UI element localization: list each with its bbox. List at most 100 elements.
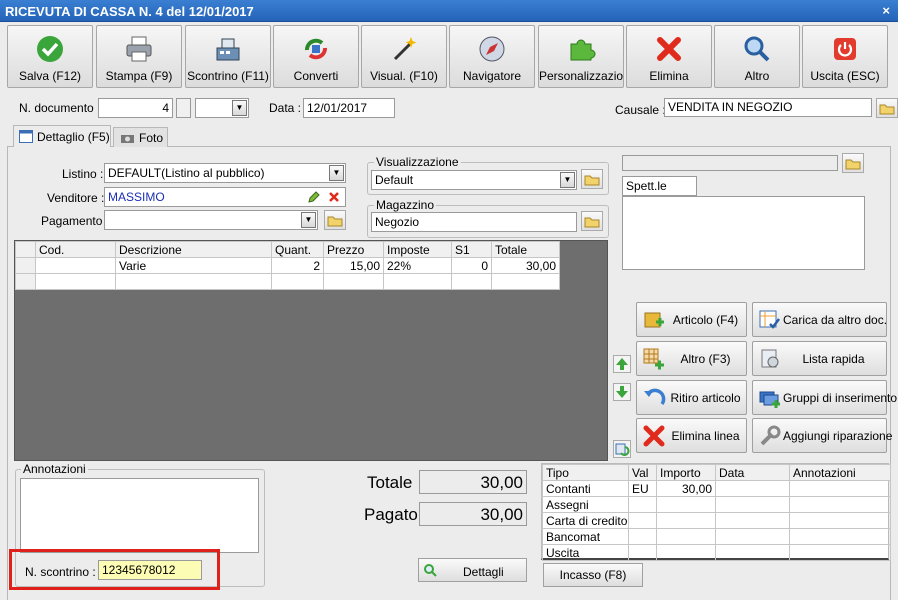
cell-tipo[interactable]: Uscita: [542, 544, 629, 561]
riparazione-button[interactable]: Aggiungi riparazione: [752, 418, 892, 453]
move-down-button[interactable]: [613, 383, 631, 401]
cell-val[interactable]: [628, 512, 657, 529]
magazzino-input[interactable]: Negozio: [371, 212, 577, 232]
elimina-button[interactable]: Elimina: [626, 25, 712, 88]
cell-val[interactable]: [628, 544, 657, 561]
cell-importo[interactable]: [656, 512, 716, 529]
row-selector[interactable]: [15, 257, 36, 274]
gruppi-button[interactable]: Gruppi di inserimento: [752, 380, 897, 415]
ritiro-button[interactable]: Ritiro articolo: [636, 380, 747, 415]
cell-tipo[interactable]: Assegni: [542, 496, 629, 513]
tab-foto[interactable]: Foto: [113, 127, 168, 147]
col-cod[interactable]: Cod.: [35, 241, 116, 258]
cell-val[interactable]: EU: [628, 480, 657, 497]
col-s1[interactable]: S1: [451, 241, 492, 258]
cell-tipo[interactable]: Bancomat: [542, 528, 629, 545]
cell-importo[interactable]: [656, 528, 716, 545]
cell-data[interactable]: [715, 544, 790, 561]
close-button[interactable]: ×: [882, 3, 890, 18]
clear-x-icon[interactable]: [328, 191, 340, 203]
visual-button[interactable]: Visual. (F10): [361, 25, 447, 88]
elimina-linea-button[interactable]: Elimina linea: [636, 418, 747, 453]
cell-data[interactable]: [715, 480, 790, 497]
spett-input[interactable]: Spett.le: [622, 176, 697, 196]
lista-rapida-button[interactable]: Lista rapida: [752, 341, 887, 376]
col-data[interactable]: Data: [715, 464, 790, 481]
cell-totale[interactable]: [491, 273, 560, 290]
scontrino-button[interactable]: Scontrino (F11): [185, 25, 271, 88]
cell-prezzo[interactable]: 15,00: [323, 257, 384, 274]
pencil-icon[interactable]: [307, 191, 320, 204]
customer-address[interactable]: [622, 196, 865, 270]
cell-totale[interactable]: 30,00: [491, 257, 560, 274]
cell-imposte[interactable]: 22%: [383, 257, 452, 274]
cell-importo[interactable]: [656, 496, 716, 513]
row-selector[interactable]: [15, 273, 36, 290]
cell-descrizione[interactable]: [115, 273, 272, 290]
col-prezzo[interactable]: Prezzo: [323, 241, 384, 258]
cell-quant[interactable]: 2: [271, 257, 324, 274]
col-descrizione[interactable]: Descrizione: [115, 241, 272, 258]
col-quant[interactable]: Quant.: [271, 241, 324, 258]
cell-annotazioni[interactable]: [789, 496, 891, 513]
incasso-button[interactable]: Incasso (F8): [543, 563, 643, 587]
listino-select[interactable]: DEFAULT(Listino al pubblico) ▼: [104, 163, 346, 183]
cell-val[interactable]: [628, 496, 657, 513]
uscita-button[interactable]: Uscita (ESC): [802, 25, 888, 88]
table-row[interactable]: Contanti EU 30,00: [542, 480, 891, 497]
table-row[interactable]: Varie 2 15,00 22% 0 30,00: [15, 257, 560, 274]
table-row[interactable]: Assegni: [542, 496, 891, 513]
stampa-button[interactable]: Stampa (F9): [96, 25, 182, 88]
cell-tipo[interactable]: Carta di credito: [542, 512, 629, 529]
tab-dettaglio[interactable]: Dettaglio (F5): [13, 125, 111, 147]
cell-importo[interactable]: 30,00: [656, 480, 716, 497]
refresh-button[interactable]: [613, 440, 631, 458]
cell-descrizione[interactable]: Varie: [115, 257, 272, 274]
data-input[interactable]: 12/01/2017: [303, 98, 395, 118]
cell-data[interactable]: [715, 512, 790, 529]
move-up-button[interactable]: [613, 355, 631, 373]
col-totale[interactable]: Totale: [491, 241, 560, 258]
ndoc-spin[interactable]: [176, 98, 191, 118]
personalizzazioni-button[interactable]: Personalizzazioni: [538, 25, 624, 88]
cell-data[interactable]: [715, 496, 790, 513]
pagamento-folder-button[interactable]: [324, 210, 346, 230]
col-imposte[interactable]: Imposte: [383, 241, 452, 258]
col-annotazioni[interactable]: Annotazioni: [789, 464, 891, 481]
customer-code-input[interactable]: [622, 155, 838, 171]
cell-annotazioni[interactable]: [789, 512, 891, 529]
salva-button[interactable]: Salva (F12): [7, 25, 93, 88]
annotazioni-textarea[interactable]: [20, 478, 259, 553]
causale-folder-button[interactable]: [876, 98, 898, 118]
dettagli-button[interactable]: Dettagli: [418, 558, 527, 582]
ndoc-input[interactable]: 4: [98, 98, 173, 118]
cell-val[interactable]: [628, 528, 657, 545]
customer-folder-button[interactable]: [842, 153, 864, 173]
col-tipo[interactable]: Tipo: [542, 464, 629, 481]
cell-importo[interactable]: [656, 544, 716, 561]
magazzino-folder-button[interactable]: [581, 211, 603, 231]
navigatore-button[interactable]: Navigatore: [449, 25, 535, 88]
articolo-button[interactable]: Articolo (F4): [636, 302, 747, 337]
table-row[interactable]: Bancomat: [542, 528, 891, 545]
venditore-input[interactable]: MASSIMO: [104, 187, 346, 207]
carica-button[interactable]: Carica da altro doc.: [752, 302, 887, 337]
table-row[interactable]: [15, 273, 560, 290]
table-row[interactable]: Uscita: [542, 544, 891, 561]
cell-data[interactable]: [715, 528, 790, 545]
cell-cod[interactable]: [35, 257, 116, 274]
pagamento-select[interactable]: ▼: [104, 210, 318, 230]
visualizzazione-folder-button[interactable]: [581, 169, 603, 189]
cell-annotazioni[interactable]: [789, 544, 891, 561]
cell-quant[interactable]: [271, 273, 324, 290]
cell-tipo[interactable]: Contanti: [542, 480, 629, 497]
cell-cod[interactable]: [35, 273, 116, 290]
series-select[interactable]: ▼: [195, 98, 249, 118]
cell-s1[interactable]: 0: [451, 257, 492, 274]
cell-prezzo[interactable]: [323, 273, 384, 290]
table-row[interactable]: Carta di credito: [542, 512, 891, 529]
causale-input[interactable]: VENDITA IN NEGOZIO: [664, 98, 872, 117]
altro-articolo-button[interactable]: Altro (F3): [636, 341, 747, 376]
cell-imposte[interactable]: [383, 273, 452, 290]
col-importo[interactable]: Importo: [656, 464, 716, 481]
